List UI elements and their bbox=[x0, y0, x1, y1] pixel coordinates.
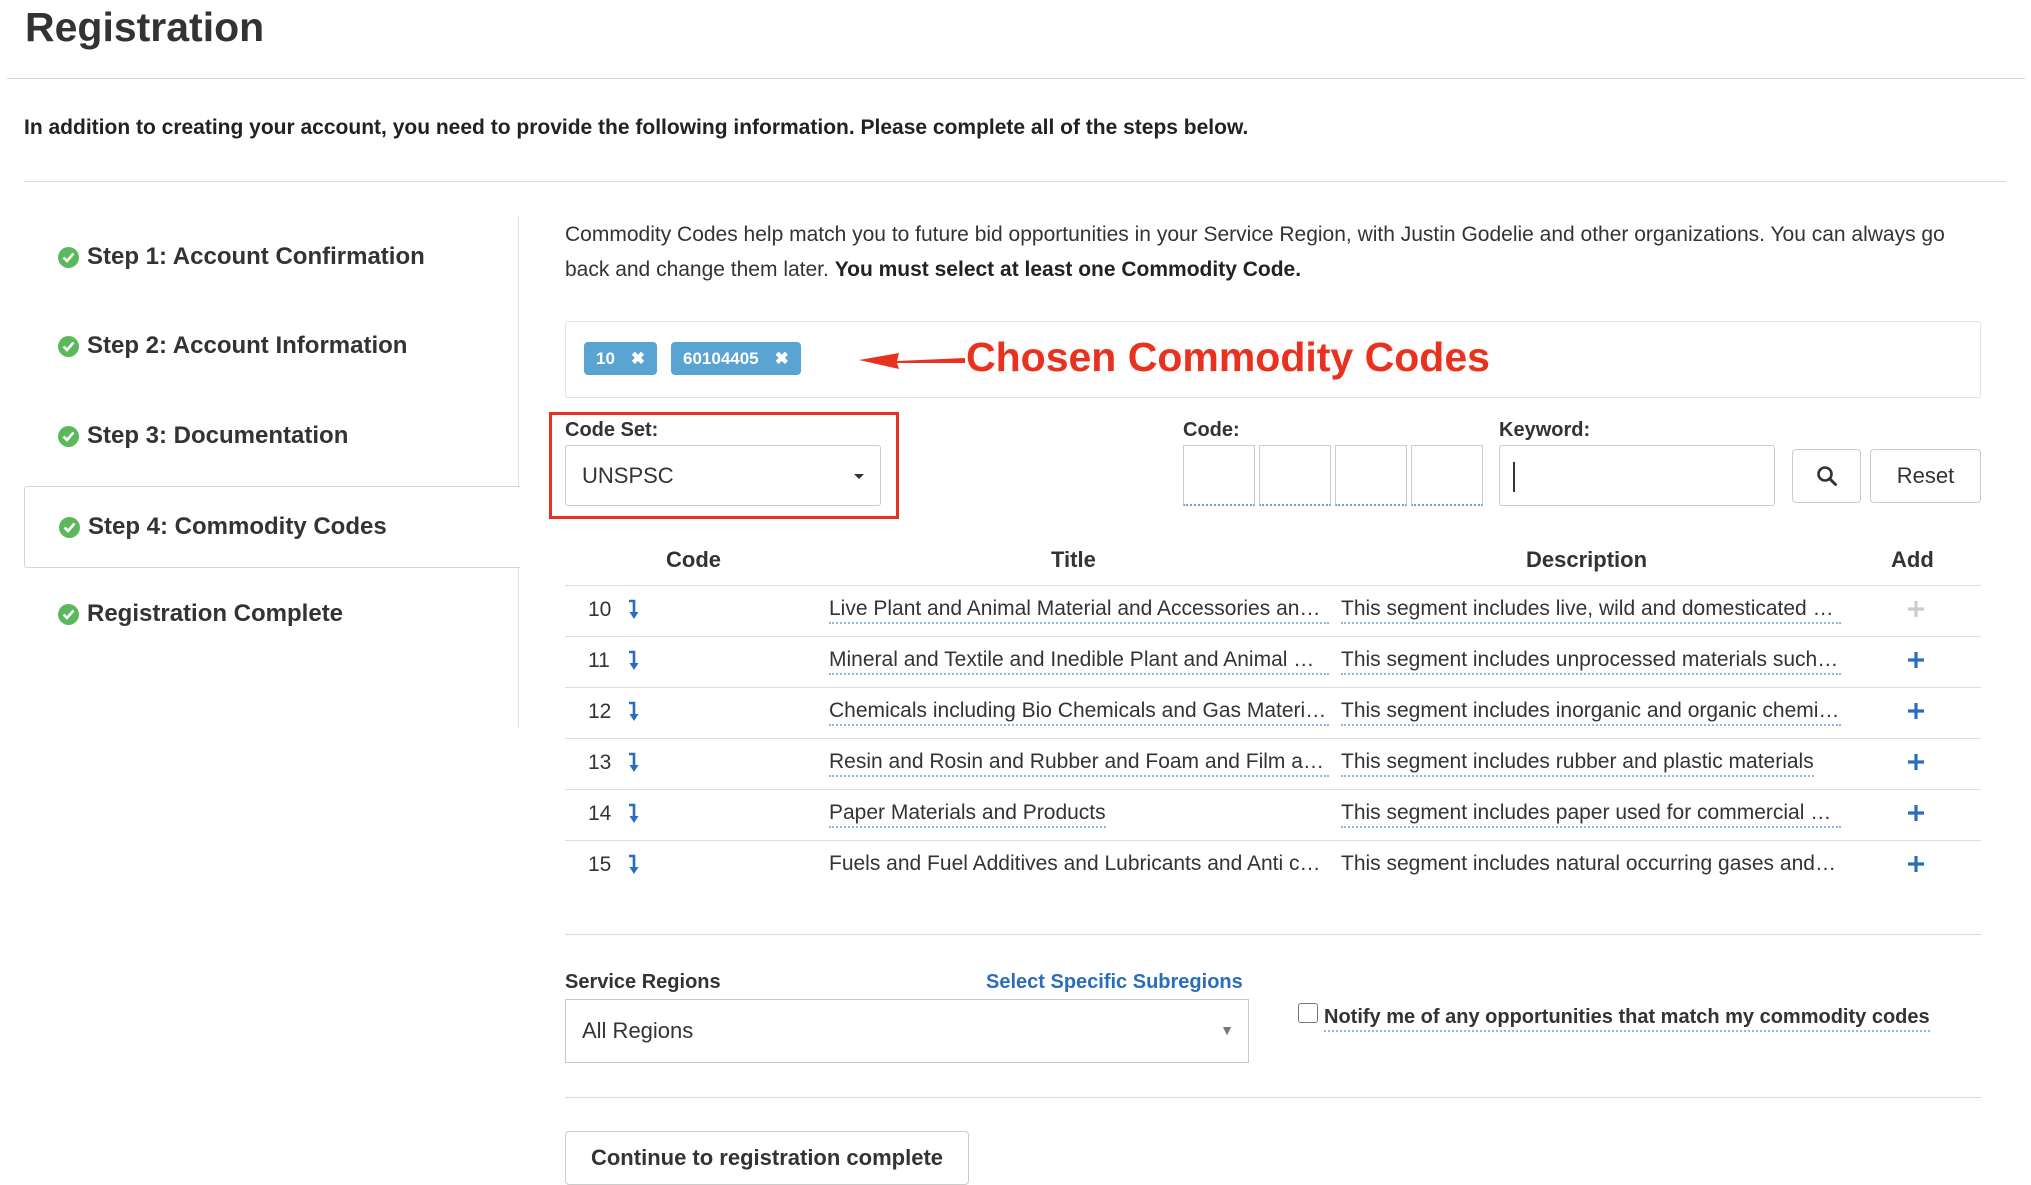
table-row: 12 Chemicals including Bio Chemicals and… bbox=[565, 687, 1981, 738]
row-code: 14 bbox=[588, 802, 612, 825]
plus-icon[interactable] bbox=[1906, 650, 1926, 670]
chosen-code-tag[interactable]: 60104405 ✖ bbox=[671, 342, 801, 375]
service-regions-value: All Regions bbox=[582, 1018, 694, 1043]
drill-down-arrow-icon[interactable] bbox=[627, 752, 641, 774]
drill-down-arrow-icon[interactable] bbox=[627, 599, 641, 621]
divider bbox=[24, 181, 2006, 182]
drill-down-arrow-icon[interactable] bbox=[627, 803, 641, 825]
service-regions-select[interactable]: All Regions ▼ bbox=[565, 999, 1249, 1063]
check-circle-icon bbox=[59, 516, 80, 538]
check-circle-icon bbox=[58, 603, 79, 625]
check-circle-icon bbox=[58, 335, 79, 357]
table-row: 13 Resin and Rosin and Rubber and Foam a… bbox=[565, 738, 1981, 789]
code-class-input[interactable] bbox=[1335, 445, 1407, 506]
row-description[interactable]: This segment includes rubber and plastic… bbox=[1341, 750, 1814, 777]
column-header-title[interactable]: Title bbox=[1051, 547, 1096, 573]
commodity-table-body[interactable]: 10 Live Plant and Animal Material and Ac… bbox=[565, 585, 1981, 875]
step-label: Step 1: Account Confirmation bbox=[87, 243, 425, 270]
annotation-arrow-icon bbox=[859, 353, 965, 369]
step-account-confirmation[interactable]: Step 1: Account Confirmation bbox=[24, 216, 520, 298]
code-set-select[interactable]: UNSPSC bbox=[565, 445, 881, 506]
close-icon[interactable]: ✖ bbox=[631, 349, 645, 369]
close-icon[interactable]: ✖ bbox=[775, 349, 789, 369]
step-documentation[interactable]: Step 3: Documentation bbox=[24, 395, 520, 477]
column-header-description[interactable]: Description bbox=[1526, 547, 1647, 573]
code-family-input[interactable] bbox=[1259, 445, 1331, 506]
row-code: 12 bbox=[588, 700, 612, 723]
table-row: 11 Mineral and Textile and Inedible Plan… bbox=[565, 636, 1981, 687]
code-set-label: Code Set: bbox=[565, 419, 659, 441]
search-icon bbox=[1816, 466, 1837, 486]
column-header-code[interactable]: Code bbox=[666, 547, 721, 573]
page-title: Registration bbox=[25, 4, 265, 50]
step-commodity-codes[interactable]: Step 4: Commodity Codes bbox=[24, 486, 520, 568]
commodity-requirement-text: You must select at least one Commodity C… bbox=[834, 258, 1302, 281]
keyword-label: Keyword: bbox=[1499, 419, 1591, 441]
step-label: Step 3: Documentation bbox=[87, 422, 349, 449]
row-title[interactable]: Fuels and Fuel Additives and Lubricants … bbox=[829, 852, 1329, 875]
row-title[interactable]: Paper Materials and Products bbox=[829, 801, 1106, 828]
plus-icon[interactable] bbox=[1906, 803, 1926, 823]
keyword-input[interactable] bbox=[1499, 445, 1775, 506]
row-description[interactable]: This segment includes natural occurring … bbox=[1341, 852, 1841, 875]
code-set-value: UNSPSC bbox=[582, 462, 674, 488]
row-code: 13 bbox=[588, 751, 612, 774]
table-row: 15 Fuels and Fuel Additives and Lubrican… bbox=[565, 840, 1981, 875]
divider bbox=[565, 934, 1981, 935]
row-code: 10 bbox=[588, 598, 612, 621]
plus-icon-disabled bbox=[1908, 601, 1924, 617]
tag-label: 60104405 bbox=[683, 348, 759, 368]
drill-down-arrow-icon[interactable] bbox=[627, 650, 641, 672]
row-code: 11 bbox=[588, 649, 610, 672]
notify-label[interactable]: Notify me of any opportunities that matc… bbox=[1324, 1006, 1930, 1032]
code-label: Code: bbox=[1183, 419, 1240, 441]
row-title[interactable]: Mineral and Textile and Inedible Plant a… bbox=[829, 648, 1329, 675]
step-label: Step 2: Account Information bbox=[87, 332, 408, 359]
service-regions-label: Service Regions bbox=[565, 971, 721, 993]
plus-icon[interactable] bbox=[1906, 854, 1926, 874]
step-label: Step 4: Commodity Codes bbox=[88, 513, 387, 540]
step-label: Registration Complete bbox=[87, 600, 344, 627]
commodity-description: Commodity Codes help match you to future… bbox=[565, 217, 1985, 287]
row-code: 15 bbox=[588, 853, 612, 875]
plus-icon[interactable] bbox=[1906, 752, 1926, 772]
row-description[interactable]: This segment includes live, wild and dom… bbox=[1341, 597, 1841, 624]
caret-down-icon bbox=[854, 474, 864, 479]
column-header-add: Add bbox=[1891, 547, 1934, 572]
steps-nav: Step 1: Account Confirmation Step 2: Acc… bbox=[24, 216, 520, 728]
row-description[interactable]: This segment includes unprocessed materi… bbox=[1341, 648, 1841, 675]
check-circle-icon bbox=[58, 246, 79, 268]
annotation-callout: Chosen Commodity Codes bbox=[966, 334, 1490, 380]
select-subregions-link[interactable]: Select Specific Subregions bbox=[986, 971, 1243, 994]
divider bbox=[7, 78, 2025, 79]
drill-down-arrow-icon[interactable] bbox=[627, 854, 641, 875]
intro-text: In addition to creating your account, yo… bbox=[24, 116, 1249, 139]
row-title[interactable]: Live Plant and Animal Material and Acces… bbox=[829, 597, 1329, 624]
row-description[interactable]: This segment includes inorganic and orga… bbox=[1341, 699, 1841, 726]
notify-checkbox[interactable] bbox=[1298, 1003, 1318, 1023]
tag-label: 10 bbox=[596, 348, 615, 368]
step-registration-complete[interactable]: Registration Complete bbox=[24, 573, 520, 655]
row-description[interactable]: This segment includes paper used for com… bbox=[1341, 801, 1841, 828]
drill-down-arrow-icon[interactable] bbox=[627, 701, 641, 723]
check-circle-icon bbox=[58, 425, 79, 447]
reset-button[interactable]: Reset bbox=[1870, 449, 1981, 503]
step-account-information[interactable]: Step 2: Account Information bbox=[24, 305, 520, 387]
code-segment-input[interactable] bbox=[1183, 445, 1255, 506]
search-button[interactable] bbox=[1792, 449, 1861, 503]
divider bbox=[565, 1097, 1981, 1098]
row-title[interactable]: Chemicals including Bio Chemicals and Ga… bbox=[829, 699, 1329, 726]
row-title[interactable]: Resin and Rosin and Rubber and Foam and … bbox=[829, 750, 1329, 777]
continue-button[interactable]: Continue to registration complete bbox=[565, 1131, 969, 1185]
code-commodity-input[interactable] bbox=[1411, 445, 1483, 506]
table-row: 14 Paper Materials and Products This seg… bbox=[565, 789, 1981, 840]
text-cursor bbox=[1513, 462, 1515, 492]
registration-page: Registration In addition to creating you… bbox=[0, 0, 2031, 1185]
plus-icon[interactable] bbox=[1906, 701, 1926, 721]
chosen-code-tag[interactable]: 10 ✖ bbox=[584, 342, 658, 375]
caret-down-icon: ▼ bbox=[1220, 1022, 1234, 1038]
table-row: 10 Live Plant and Animal Material and Ac… bbox=[565, 585, 1981, 636]
notify-option[interactable]: Notify me of any opportunities that matc… bbox=[1298, 1001, 1930, 1032]
